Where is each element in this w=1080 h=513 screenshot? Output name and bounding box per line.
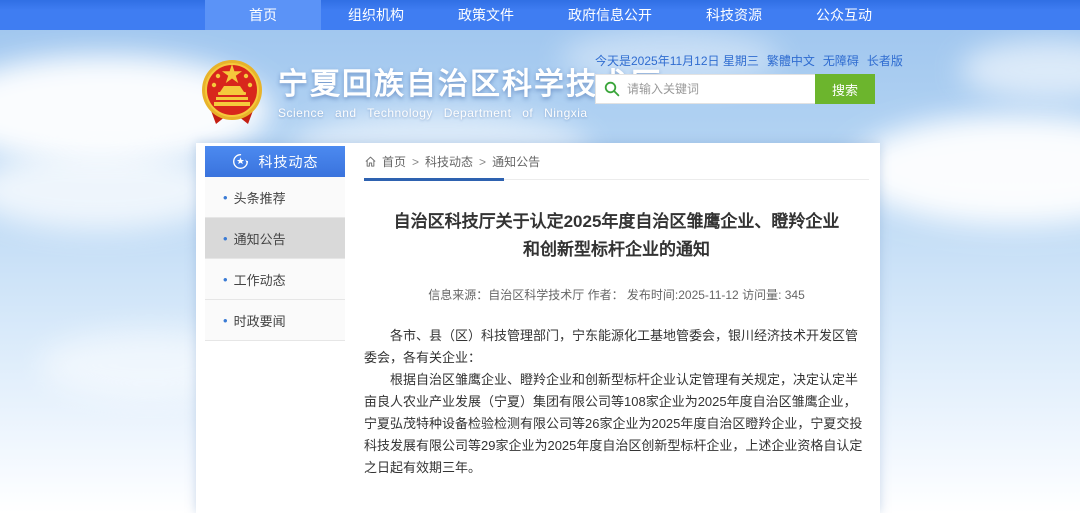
main-content-card: 科技动态 • 头条推荐 • 通知公告 • 工作动态 • 时政要闻 首页 > 科技… xyxy=(196,143,880,513)
current-date-text: 今天是2025年11月12日 星期三 xyxy=(595,52,759,69)
nav-item-organization[interactable]: 组织机构 xyxy=(321,0,431,30)
bullet-dot: • xyxy=(223,190,228,205)
search-input[interactable] xyxy=(627,82,807,96)
breadcrumb-home[interactable]: 首页 xyxy=(382,153,406,170)
accessibility-link[interactable]: 无障碍 xyxy=(823,54,859,68)
bullet-dot: • xyxy=(223,231,228,246)
article-title-line2: 和创新型标杆企业的通知 xyxy=(364,236,869,264)
header-links: 繁體中文无障碍长者版 xyxy=(759,52,903,69)
sidebar-item-headline-recommend[interactable]: • 头条推荐 xyxy=(205,177,345,218)
sci-tech-news-icon xyxy=(232,153,249,170)
nav-item-home[interactable]: 首页 xyxy=(205,0,321,30)
home-icon xyxy=(364,155,377,168)
nav-item-policy-documents[interactable]: 政策文件 xyxy=(431,0,541,30)
sidebar-item-label: 工作动态 xyxy=(234,270,286,289)
article-area: 首页 > 科技动态 > 通知公告 自治区科技厅关于认定2025年度自治区雏鹰企业… xyxy=(364,153,869,513)
article-paragraph: 各市、县（区）科技管理部门，宁东能源化工基地管委会，银川经济技术开发区管委会，各… xyxy=(364,325,869,369)
sidebar-item-label: 时政要闻 xyxy=(234,311,286,330)
bullet-dot: • xyxy=(223,272,228,287)
nav-item-gov-info-disclosure[interactable]: 政府信息公开 xyxy=(541,0,679,30)
traditional-chinese-link[interactable]: 繁體中文 xyxy=(767,54,815,68)
nav-item-sci-tech-resources[interactable]: 科技资源 xyxy=(679,0,789,30)
sidebar: 科技动态 • 头条推荐 • 通知公告 • 工作动态 • 时政要闻 xyxy=(205,146,345,341)
nav-item-public-interaction[interactable]: 公众互动 xyxy=(789,0,899,30)
sidebar-item-notices[interactable]: • 通知公告 xyxy=(205,218,345,259)
breadcrumb-notices[interactable]: 通知公告 xyxy=(492,153,540,170)
sidebar-item-label: 头条推荐 xyxy=(234,188,286,207)
article-meta: 信息来源：自治区科学技术厅 作者： 发布时间:2025-11-12 访问量: 3… xyxy=(364,286,869,303)
sidebar-item-label: 通知公告 xyxy=(234,229,286,248)
search-input-wrapper xyxy=(595,74,815,104)
nav-menu: 首页 组织机构 政策文件 政府信息公开 科技资源 公众互动 xyxy=(205,0,899,30)
search-button[interactable]: 搜索 xyxy=(815,74,875,104)
search-icon xyxy=(604,81,620,97)
site-title-english: Science and Technology Department of Nin… xyxy=(278,106,662,120)
sidebar-item-work-updates[interactable]: • 工作动态 xyxy=(205,259,345,300)
article-title-line1: 自治区科技厅关于认定2025年度自治区雏鹰企业、瞪羚企业 xyxy=(364,208,869,236)
national-emblem-icon xyxy=(200,58,264,130)
sidebar-header-label: 科技动态 xyxy=(259,152,319,172)
breadcrumb-separator: > xyxy=(479,155,486,169)
article-title: 自治区科技厅关于认定2025年度自治区雏鹰企业、瞪羚企业 和创新型标杆企业的通知 xyxy=(364,208,869,264)
bullet-dot: • xyxy=(223,313,228,328)
search-bar: 搜索 xyxy=(595,74,875,104)
breadcrumb-sci-tech-news[interactable]: 科技动态 xyxy=(425,153,473,170)
sidebar-header: 科技动态 xyxy=(205,146,345,177)
site-header: 宁夏回族自治区科学技术厅 Science and Technology Depa… xyxy=(0,30,1080,143)
elder-version-link[interactable]: 长者版 xyxy=(867,54,903,68)
article-paragraph: 根据自治区雏鹰企业、瞪羚企业和创新型标杆企业认定管理有关规定，决定认定半亩良人农… xyxy=(364,369,869,479)
top-navigation-bar: 首页 组织机构 政策文件 政府信息公开 科技资源 公众互动 xyxy=(0,0,1080,30)
breadcrumb: 首页 > 科技动态 > 通知公告 xyxy=(364,153,869,180)
site-logo[interactable]: 宁夏回族自治区科学技术厅 Science and Technology Depa… xyxy=(200,58,662,130)
header-utility-row: 今天是2025年11月12日 星期三 繁體中文无障碍长者版 xyxy=(595,52,875,69)
article-body: 各市、县（区）科技管理部门，宁东能源化工基地管委会，银川经济技术开发区管委会，各… xyxy=(364,325,869,479)
breadcrumb-separator: > xyxy=(412,155,419,169)
sidebar-item-current-politics[interactable]: • 时政要闻 xyxy=(205,300,345,341)
